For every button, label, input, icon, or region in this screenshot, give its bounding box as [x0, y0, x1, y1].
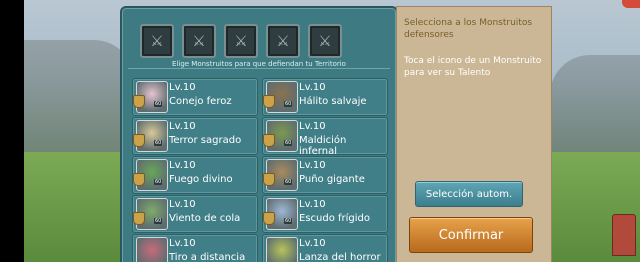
- monster-card[interactable]: 60 Lv.10 Hálito salvaje: [262, 78, 388, 116]
- power-count: 60: [284, 101, 293, 107]
- monster-level: Lv.10: [169, 238, 196, 249]
- divider: [128, 68, 390, 69]
- cliff-left: [24, 40, 134, 160]
- empty-slot[interactable]: ⚔: [140, 24, 174, 58]
- auto-select-button[interactable]: Selección autom.: [415, 181, 523, 207]
- crossed-swords-icon: ⚔: [192, 32, 206, 50]
- monster-card[interactable]: 60 Lv.10 Conejo feroz: [132, 78, 258, 116]
- monster-name: Lanza del horror: [299, 252, 381, 262]
- monster-portrait[interactable]: [136, 237, 168, 262]
- monster-card[interactable]: 60 Lv.10 Escudo frígido: [262, 195, 388, 233]
- monster-card[interactable]: 60 Lv.10 Fuego divino: [132, 156, 258, 194]
- monster-card[interactable]: Lv.10 Lanza del horror: [262, 234, 388, 262]
- shield-badge-icon: [263, 95, 275, 108]
- monster-name: Escudo frígido: [299, 213, 371, 224]
- power-count: 60: [284, 179, 293, 185]
- monster-card[interactable]: 60 Lv.10 Puño gigante: [262, 156, 388, 194]
- info-panel: Selecciona a los Monstruitos defensores …: [396, 6, 552, 262]
- power-count: 60: [154, 101, 163, 107]
- power-count: 60: [284, 140, 293, 146]
- empty-slot[interactable]: ⚔: [266, 24, 300, 58]
- empty-slot[interactable]: ⚔: [182, 24, 216, 58]
- info-title: Selecciona a los Monstruitos defensores: [404, 18, 533, 40]
- monster-level: Lv.10: [169, 121, 196, 132]
- monster-card[interactable]: Lv.10 Tiro a distancia: [132, 234, 258, 262]
- monster-portrait[interactable]: [266, 237, 298, 262]
- crossed-swords-icon: ⚔: [318, 32, 332, 50]
- power-count: 60: [154, 140, 163, 146]
- shield-badge-icon: [133, 212, 145, 225]
- crossed-swords-icon: ⚔: [150, 32, 164, 50]
- power-count: 60: [154, 179, 163, 185]
- defender-slots: ⚔ ⚔ ⚔ ⚔ ⚔: [140, 24, 342, 58]
- monster-name: Maldición infernal: [299, 135, 347, 157]
- shield-badge-icon: [133, 95, 145, 108]
- selection-hint: Elige Monstruitos para que defiendan tu …: [172, 60, 346, 68]
- monster-name: Fuego divino: [169, 174, 233, 185]
- empty-slot[interactable]: ⚔: [224, 24, 258, 58]
- monster-name: Terror sagrado: [169, 135, 242, 146]
- info-body: Toca el icono de un Monstruito para ver …: [404, 56, 542, 78]
- monster-name: Tiro a distancia: [169, 252, 246, 262]
- monster-level: Lv.10: [299, 82, 326, 93]
- monster-level: Lv.10: [299, 160, 326, 171]
- monster-level: Lv.10: [299, 238, 326, 249]
- crossed-swords-icon: ⚔: [234, 32, 248, 50]
- monster-card[interactable]: 60 Lv.10 Maldición infernal: [262, 117, 388, 157]
- shield-badge-icon: [133, 134, 145, 147]
- monster-level: Lv.10: [169, 199, 196, 210]
- monster-selection-panel: ⚔ ⚔ ⚔ ⚔ ⚔ Elige Monstruitos para que def…: [120, 6, 398, 262]
- shield-badge-icon: [263, 173, 275, 186]
- monster-level: Lv.10: [299, 121, 326, 132]
- monster-name: Hálito salvaje: [299, 96, 367, 107]
- monster-level: Lv.10: [169, 82, 196, 93]
- close-button[interactable]: [622, 0, 640, 8]
- power-count: 60: [154, 218, 163, 224]
- monster-card[interactable]: 60 Lv.10 Terror sagrado: [132, 117, 258, 155]
- monster-name: Conejo feroz: [169, 96, 232, 107]
- monster-name: Viento de cola: [169, 213, 241, 224]
- monster-card[interactable]: 60 Lv.10 Viento de cola: [132, 195, 258, 233]
- cliff-right: [550, 55, 640, 165]
- castle-icon[interactable]: [612, 214, 636, 256]
- shield-badge-icon: [133, 173, 145, 186]
- confirm-button[interactable]: Confirmar: [409, 217, 533, 253]
- shield-badge-icon: [263, 212, 275, 225]
- game-background: ⚔ ⚔ ⚔ ⚔ ⚔ Elige Monstruitos para que def…: [24, 0, 640, 262]
- crossed-swords-icon: ⚔: [276, 32, 290, 50]
- empty-slot[interactable]: ⚔: [308, 24, 342, 58]
- monster-name: Puño gigante: [299, 174, 365, 185]
- power-count: 60: [284, 218, 293, 224]
- shield-badge-icon: [263, 134, 275, 147]
- monster-level: Lv.10: [299, 199, 326, 210]
- monster-level: Lv.10: [169, 160, 196, 171]
